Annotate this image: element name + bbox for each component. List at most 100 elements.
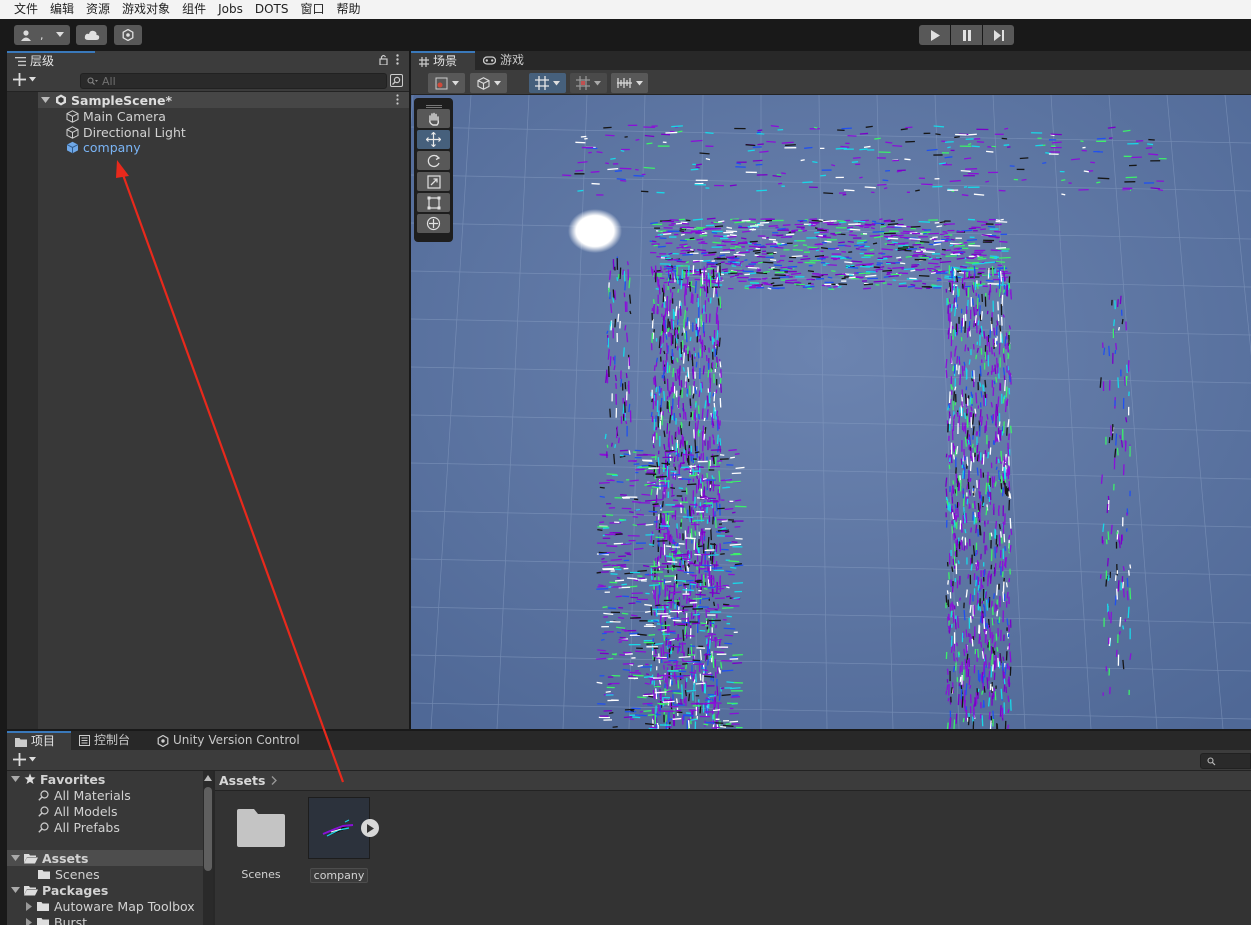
tree-package-item[interactable]: Burst [7, 914, 203, 925]
menu-component[interactable]: 组件 [176, 0, 212, 19]
asset-folder-scenes[interactable]: Scenes [229, 794, 293, 881]
lock-icon[interactable] [379, 54, 388, 65]
rotate-tool-button[interactable] [417, 151, 450, 170]
hierarchy-item-directional-light[interactable]: Directional Light [38, 124, 409, 140]
create-dropdown[interactable] [13, 73, 36, 86]
hierarchy-item-label: company [83, 139, 141, 155]
play-icon [930, 29, 940, 41]
tree-favorite-item[interactable]: All Prefabs [7, 819, 203, 835]
chevron-down-icon [29, 77, 36, 82]
increment-snap-toggle[interactable] [570, 73, 607, 93]
view-tool-button[interactable] [417, 109, 450, 128]
hierarchy-toolbar: All [7, 70, 409, 92]
scrollbar-thumb[interactable] [204, 787, 212, 871]
menu-help[interactable]: 帮助 [330, 0, 366, 19]
play-arrow-icon [367, 823, 374, 833]
expand-arrow-icon[interactable] [11, 854, 20, 862]
scale-icon [426, 174, 441, 189]
hierarchy-item-main-camera[interactable]: Main Camera [38, 108, 409, 124]
tab-console[interactable]: 控制台 [71, 731, 149, 750]
breadcrumb-assets[interactable]: Assets [219, 773, 265, 788]
tree-package-item[interactable]: Autoware Map Toolbox [7, 898, 203, 914]
services-button[interactable] [114, 25, 142, 45]
hierarchy-item-label: Main Camera [83, 108, 166, 124]
search-icon [38, 789, 49, 801]
plus-icon [13, 753, 26, 766]
folder-icon [37, 902, 49, 911]
menu-dots[interactable]: DOTS [249, 0, 295, 19]
snap-grid-icon [535, 76, 549, 90]
hierarchy-search-input[interactable]: All [80, 73, 387, 89]
scene-menu-icon[interactable] [396, 94, 399, 105]
rect-tool-button[interactable] [417, 193, 450, 212]
scale-tool-button[interactable] [417, 172, 450, 191]
tree-favorite-item[interactable]: All Models [7, 803, 203, 819]
rect-tool-icon [427, 196, 440, 209]
asset-model-company[interactable]: company [307, 794, 379, 883]
plus-icon [13, 73, 26, 86]
folder-open-icon [24, 885, 38, 895]
gamepad-icon [483, 56, 496, 65]
menu-window[interactable]: 窗口 [294, 0, 330, 19]
move-tool-button[interactable] [417, 130, 450, 149]
hand-icon [428, 112, 439, 126]
kebab-menu-icon[interactable] [396, 54, 399, 65]
tab-version-control[interactable]: Unity Version Control [149, 731, 309, 750]
tree-folder-scenes[interactable]: Scenes [7, 866, 203, 882]
tree-assets[interactable]: Assets [7, 850, 203, 866]
step-button[interactable] [983, 25, 1014, 45]
tab-scene[interactable]: 场景 [411, 51, 475, 70]
menu-file[interactable]: 文件 [8, 0, 44, 19]
project-tree-scrollbar[interactable] [203, 771, 213, 925]
tree-favorite-item[interactable]: All Materials [7, 787, 203, 803]
transform-tool-button[interactable] [417, 214, 450, 233]
shading-mode-dropdown[interactable] [470, 73, 507, 93]
scroll-up-icon[interactable] [204, 775, 212, 781]
scene-tabbar: 场景 游戏 [411, 51, 1251, 70]
tree-packages[interactable]: Packages [7, 882, 203, 898]
account-dropdown[interactable]: , [14, 25, 70, 45]
chevron-down-icon [594, 80, 601, 85]
scene-viewport[interactable] [411, 95, 1251, 729]
menu-jobs[interactable]: Jobs [212, 0, 249, 19]
expand-prefab-button[interactable] [361, 819, 379, 837]
expand-arrow-icon[interactable] [11, 886, 20, 894]
pause-button[interactable] [951, 25, 982, 45]
play-button[interactable] [919, 25, 950, 45]
tab-project[interactable]: 项目 [7, 731, 71, 750]
tree-favorites[interactable]: Favorites [7, 771, 203, 787]
tab-hierarchy[interactable]: 层级 [7, 51, 95, 70]
cloud-button[interactable] [76, 25, 107, 45]
gameobject-icon [66, 125, 79, 139]
directional-light-gizmo[interactable] [568, 209, 622, 253]
hierarchy-item-company[interactable]: company [38, 139, 409, 155]
favorite-label: All Models [54, 803, 118, 819]
package-label: Burst [54, 914, 88, 925]
cloud-icon [84, 30, 99, 40]
project-search-input[interactable] [1200, 753, 1251, 769]
project-tabbar: 项目 控制台 Unity Version Control [7, 731, 1251, 750]
playmode-controls [919, 25, 1014, 45]
draw-mode-dropdown[interactable] [428, 73, 465, 93]
menu-edit[interactable]: 编辑 [44, 0, 80, 19]
chevron-down-icon [451, 80, 459, 85]
project-create-dropdown[interactable] [13, 753, 36, 766]
grid-snap-toggle[interactable] [529, 73, 566, 93]
scene-visibility-icon[interactable] [390, 74, 403, 87]
search-icon [87, 76, 98, 85]
collapse-arrow-icon[interactable] [26, 917, 33, 925]
menu-assets[interactable]: 资源 [80, 0, 116, 19]
step-icon [993, 29, 1004, 41]
tab-scene-label: 场景 [433, 54, 458, 68]
menu-gameobject[interactable]: 游戏对象 [116, 0, 176, 19]
folder-large-icon [237, 809, 285, 847]
draw-mode-icon [435, 77, 447, 89]
tab-game[interactable]: 游戏 [475, 51, 535, 70]
expand-arrow-icon[interactable] [41, 96, 50, 104]
pause-icon [962, 29, 971, 41]
folder-open-icon [24, 853, 38, 863]
collapse-arrow-icon[interactable] [26, 901, 33, 911]
ruler-settings-dropdown[interactable] [611, 73, 648, 93]
expand-arrow-icon[interactable] [11, 775, 20, 783]
scene-row[interactable]: SampleScene* [38, 92, 409, 108]
